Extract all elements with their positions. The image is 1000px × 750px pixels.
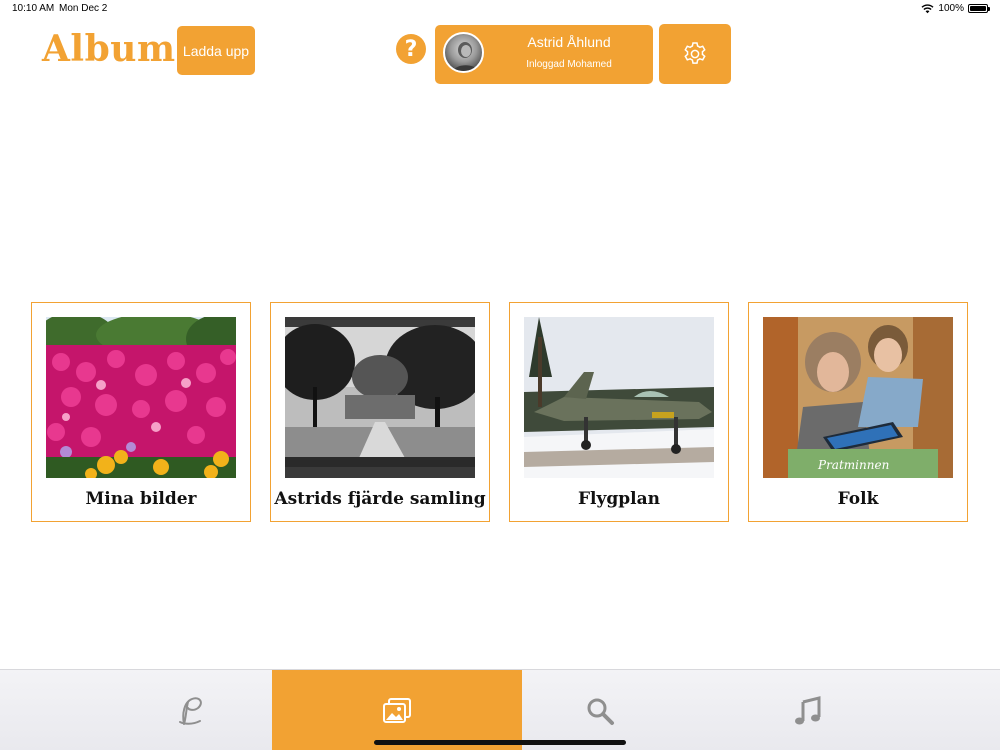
battery-icon [968, 4, 990, 13]
album-card-astrids-fjarde-samling[interactable]: Astrids fjärde samling [270, 302, 490, 522]
album-card-flygplan[interactable]: Flygplan [509, 302, 729, 522]
tab-music[interactable] [683, 670, 933, 750]
avatar [443, 32, 484, 73]
album-title: Folk [837, 489, 879, 509]
upload-button[interactable]: Ladda upp [177, 26, 255, 75]
album-thumbnail-airplane [524, 317, 714, 478]
svg-text:Pratminnen: Pratminnen [817, 458, 889, 472]
page-title: Album [42, 28, 176, 70]
help-button[interactable]: ? [396, 34, 426, 64]
album-card-folk[interactable]: Pratminnen Folk [748, 302, 968, 522]
album-thumbnail-people: Pratminnen [763, 317, 953, 478]
logged-in-text: Inloggad Mohamed [526, 59, 612, 70]
search-icon [587, 698, 614, 725]
gear-icon [684, 42, 706, 64]
battery-percent: 100% [938, 3, 964, 14]
album-title: Astrids fjärde samling [274, 489, 486, 509]
photos-icon [383, 697, 411, 723]
tab-bar [0, 669, 1000, 750]
script-p-icon [179, 696, 202, 725]
album-thumbnail-park [285, 317, 475, 478]
status-right: 100% [921, 3, 990, 14]
settings-button[interactable] [659, 24, 731, 84]
album-card-mina-bilder[interactable]: Mina bilder [31, 302, 251, 522]
profile-button[interactable]: Astrid Åhlund Inloggad Mohamed [435, 25, 653, 84]
music-note-icon [795, 695, 821, 724]
status-date: Mon Dec 2 [59, 3, 108, 14]
album-thumbnail-flowers [46, 317, 236, 478]
status-time: 10:10 AM [12, 3, 55, 14]
profile-name: Astrid Åhlund [527, 34, 611, 50]
wifi-icon [921, 3, 934, 13]
home-indicator[interactable] [374, 740, 626, 745]
album-title: Flygplan [577, 489, 660, 509]
album-title: Mina bilder [85, 489, 197, 509]
status-bar: 10:10 AM Mon Dec 2 100% [0, 0, 1000, 18]
